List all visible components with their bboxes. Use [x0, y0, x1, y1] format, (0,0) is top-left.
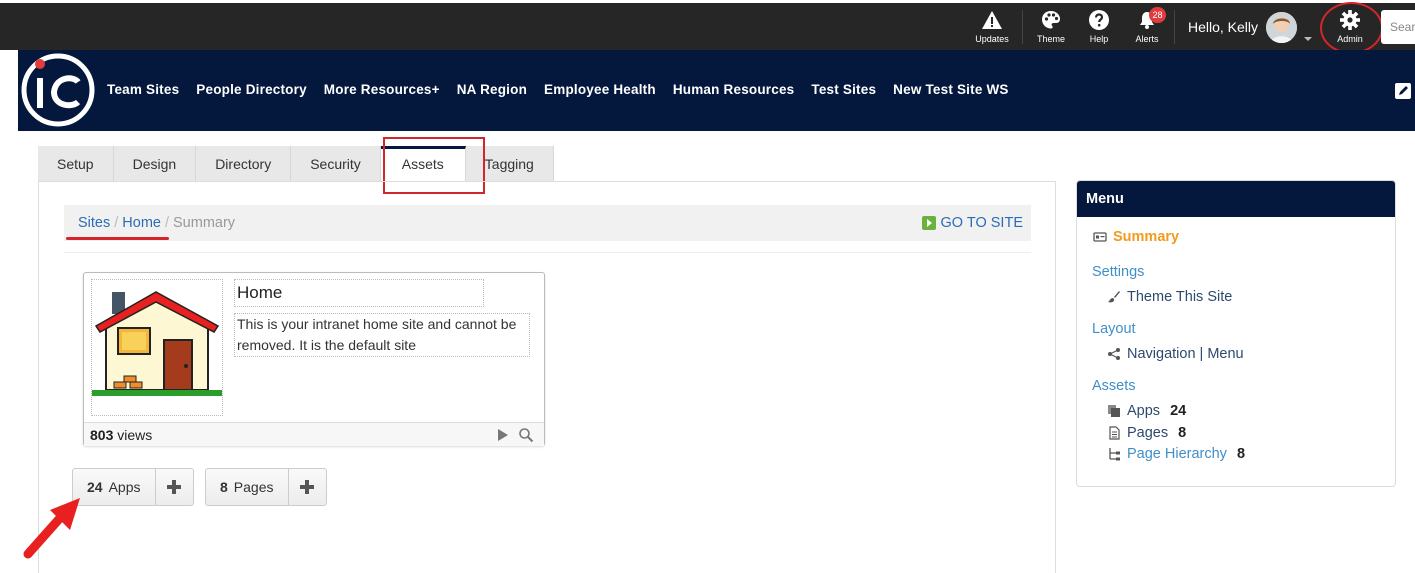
- menu-pages[interactable]: Pages 8: [1107, 425, 1186, 441]
- breadcrumb-separator: /: [164, 215, 169, 231]
- site-card-footer: 803 views: [84, 422, 544, 446]
- menu-apps-count: 24: [1170, 403, 1187, 419]
- nav-people-directory[interactable]: People Directory: [196, 82, 307, 97]
- divider: [64, 252, 1031, 253]
- tab-design[interactable]: Design: [114, 146, 197, 181]
- side-menu: Menu Summary Settings Theme This Site La…: [1076, 180, 1396, 487]
- breadcrumb-home[interactable]: Home: [122, 215, 161, 231]
- go-to-site-link[interactable]: GO TO SITE: [921, 215, 1023, 231]
- menu-page-hierarchy-count: 8: [1236, 446, 1246, 462]
- alerts-button[interactable]: 28 Alerts: [1124, 7, 1170, 44]
- tab-setup[interactable]: Setup: [38, 146, 114, 181]
- nav-human-resources[interactable]: Human Resources: [673, 82, 795, 97]
- topbar-divider: [1174, 10, 1175, 44]
- tab-directory[interactable]: Directory: [196, 146, 292, 181]
- ic-logo[interactable]: [20, 52, 96, 128]
- nav-team-sites[interactable]: Team Sites: [107, 82, 179, 97]
- updates-label: Updates: [975, 34, 1009, 44]
- views-label: views: [117, 427, 153, 443]
- pages-label: Pages: [233, 479, 274, 495]
- arrow-right-icon: [921, 216, 936, 230]
- menu-section-settings[interactable]: Settings: [1092, 264, 1144, 280]
- site-title[interactable]: Home: [234, 279, 484, 307]
- warning-icon: [982, 11, 1002, 29]
- brush-icon: [1108, 291, 1120, 303]
- site-card[interactable]: Home This is your intranet home site and…: [83, 272, 545, 446]
- apps-count-button[interactable]: 24 Apps: [72, 468, 194, 506]
- document-icon: [1109, 426, 1120, 440]
- site-thumbnail[interactable]: [91, 279, 223, 416]
- menu-summary-label: Summary: [1113, 229, 1180, 245]
- palette-icon: [1042, 11, 1060, 29]
- search-icon[interactable]: [518, 427, 534, 443]
- menu-page-hierarchy-label: Page Hierarchy: [1127, 446, 1227, 462]
- breadcrumb-current: Summary: [173, 215, 236, 231]
- top-utility-bar: Updates Theme Help 28 Alerts Hello, Kell…: [0, 0, 1415, 54]
- red-annotation-arrow: [23, 498, 80, 559]
- menu-theme-this-site-label: Theme This Site: [1127, 289, 1233, 305]
- alerts-badge: 28: [1149, 7, 1166, 23]
- views-counter: 803 views: [90, 427, 152, 443]
- admin-highlight-circle: [1320, 2, 1383, 54]
- apps-label: Apps: [108, 479, 141, 495]
- breadcrumb-trail: Sites / Home / Summary: [78, 215, 235, 231]
- menu-navigation[interactable]: Navigation | Menu: [1107, 346, 1244, 362]
- alerts-label: Alerts: [1135, 34, 1159, 44]
- avatar[interactable]: [1266, 12, 1297, 43]
- help-button[interactable]: Help: [1076, 9, 1122, 44]
- id-card-icon: [1093, 232, 1107, 242]
- site-description[interactable]: This is your intranet home site and cann…: [234, 313, 530, 357]
- nav-new-test-site-ws[interactable]: New Test Site WS: [893, 82, 1008, 97]
- pages-count-label[interactable]: 8 Pages: [206, 469, 289, 505]
- nav-more-resources[interactable]: More Resources+: [324, 82, 440, 97]
- breadcrumb-separator: /: [114, 215, 119, 231]
- user-greeting[interactable]: Hello, Kelly: [1188, 19, 1258, 35]
- breadcrumb-red-underline: [66, 237, 169, 240]
- pencil-icon[interactable]: [1395, 83, 1411, 99]
- copy-icon: [1108, 405, 1120, 417]
- help-label: Help: [1089, 34, 1109, 44]
- topbar-divider: [1022, 10, 1023, 44]
- go-to-site-label: GO TO SITE: [940, 215, 1023, 231]
- chevron-down-icon[interactable]: [1304, 37, 1312, 41]
- menu-page-hierarchy[interactable]: Page Hierarchy 8: [1107, 446, 1245, 462]
- search-input[interactable]: Search: [1381, 10, 1415, 44]
- views-count: 803: [90, 427, 114, 443]
- tab-security[interactable]: Security: [291, 146, 381, 181]
- menu-theme-this-site[interactable]: Theme This Site: [1107, 289, 1232, 305]
- user-photo: [1266, 12, 1297, 43]
- nav-links: Team Sites People Directory More Resourc…: [107, 82, 1009, 97]
- theme-button[interactable]: Theme: [1028, 9, 1074, 44]
- nav-na-region[interactable]: NA Region: [457, 82, 527, 97]
- nav-test-sites[interactable]: Test Sites: [811, 82, 876, 97]
- top-strip: [0, 0, 1415, 3]
- sitemap-icon: [1109, 448, 1120, 461]
- menu-summary[interactable]: Summary: [1093, 229, 1179, 245]
- house-image: [92, 291, 222, 396]
- help-icon: [1089, 10, 1109, 30]
- menu-title: Menu: [1077, 181, 1395, 217]
- pages-count-button[interactable]: 8 Pages: [205, 468, 327, 506]
- play-icon[interactable]: [498, 429, 508, 441]
- menu-navigation-label: Navigation | Menu: [1127, 346, 1244, 362]
- add-app-button[interactable]: [156, 469, 193, 505]
- updates-button[interactable]: Updates: [969, 9, 1015, 44]
- share-nodes-icon: [1108, 348, 1120, 360]
- menu-apps-label: Apps: [1127, 403, 1161, 419]
- add-page-button[interactable]: [289, 469, 326, 505]
- menu-pages-count: 8: [1178, 425, 1187, 441]
- nav-employee-health[interactable]: Employee Health: [544, 82, 656, 97]
- theme-label: Theme: [1036, 34, 1065, 44]
- breadcrumb: Sites / Home / Summary GO TO SITE: [64, 205, 1031, 241]
- menu-apps[interactable]: Apps 24: [1107, 403, 1186, 419]
- menu-section-assets[interactable]: Assets: [1092, 378, 1136, 394]
- pages-count: 8: [220, 479, 228, 495]
- menu-section-layout[interactable]: Layout: [1092, 321, 1136, 337]
- breadcrumb-sites[interactable]: Sites: [78, 215, 110, 231]
- menu-pages-label: Pages: [1127, 425, 1169, 441]
- main-navbar: Team Sites People Directory More Resourc…: [18, 50, 1415, 131]
